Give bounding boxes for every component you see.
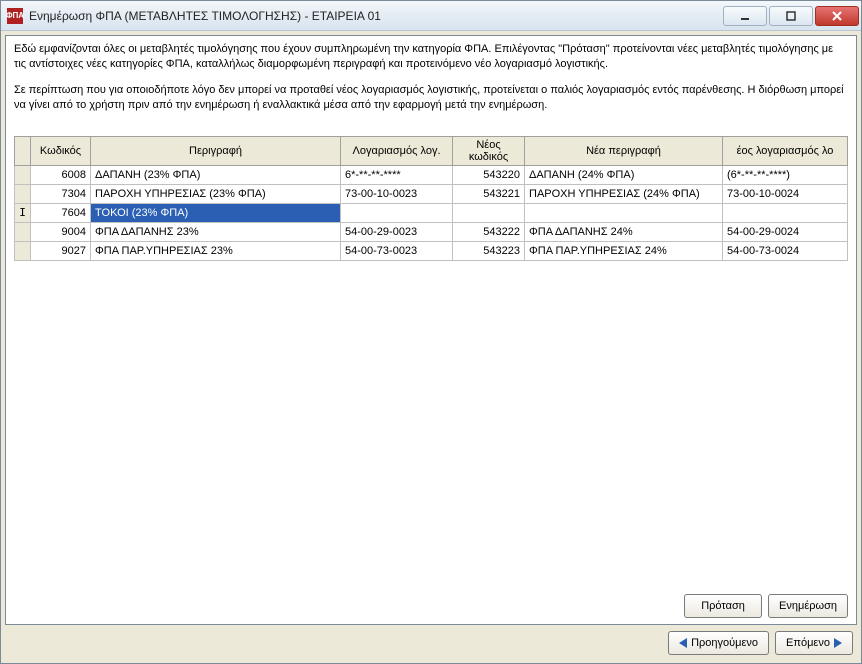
main-window: ΦΠΑ Ενημέρωση ΦΠΑ (ΜΕΤΑΒΛΗΤΕΣ ΤΙΜΟΛΟΓΗΣΗ… (0, 0, 862, 664)
table-row[interactable]: 6008ΔΑΠΑΝΗ (23% ΦΠΑ)6*-**-**-****543220Δ… (15, 165, 848, 184)
propose-button[interactable]: Πρόταση (684, 594, 762, 618)
cell-account[interactable]: 73-00-10-0023 (341, 184, 453, 203)
cell-description[interactable]: ΠΑΡΟΧΗ ΥΠΗΡΕΣΙΑΣ (23% ΦΠΑ) (91, 184, 341, 203)
previous-button[interactable]: Προηγούμενο (668, 631, 769, 655)
col-new-account[interactable]: έος λογαριασμός λο (723, 136, 848, 165)
row-indicator[interactable] (15, 184, 31, 203)
cell-new-account[interactable]: 54-00-73-0024 (723, 241, 848, 260)
next-button[interactable]: Επόμενο (775, 631, 853, 655)
window-controls (723, 6, 859, 26)
cell-new-account[interactable]: 54-00-29-0024 (723, 222, 848, 241)
cell-account[interactable]: 54-00-29-0023 (341, 222, 453, 241)
info-text: Εδώ εμφανίζονται όλες οι μεταβλητές τιμο… (14, 42, 848, 124)
cell-description[interactable]: ΤΟΚΟΙ (23% ΦΠΑ) (91, 203, 341, 222)
cell-new-description[interactable]: ΦΠΑ ΠΑΡ.ΥΠΗΡΕΣΙΑΣ 24% (525, 241, 723, 260)
minimize-button[interactable] (723, 6, 767, 26)
cell-new-description[interactable]: ΔΑΠΑΝΗ (24% ΦΠΑ) (525, 165, 723, 184)
col-description[interactable]: Περιγραφή (91, 136, 341, 165)
window-title: Ενημέρωση ΦΠΑ (ΜΕΤΑΒΛΗΤΕΣ ΤΙΜΟΛΟΓΗΣΗΣ) -… (29, 9, 723, 23)
arrow-right-icon (834, 638, 842, 648)
info-paragraph-2: Σε περίπτωση που για οποιοδήποτε λόγο δε… (14, 83, 848, 114)
close-icon (831, 10, 843, 22)
panel-action-bar: Πρόταση Ενημέρωση (14, 586, 848, 618)
arrow-left-icon (679, 638, 687, 648)
cell-new-account[interactable]: (6*-**-**-****) (723, 165, 848, 184)
row-indicator[interactable]: I (15, 203, 31, 222)
minimize-icon (739, 10, 751, 22)
previous-button-label: Προηγούμενο (691, 637, 758, 649)
cell-account[interactable]: 54-00-73-0023 (341, 241, 453, 260)
table-row[interactable]: 9027ΦΠΑ ΠΑΡ.ΥΠΗΡΕΣΙΑΣ 23%54-00-73-002354… (15, 241, 848, 260)
cell-new-code[interactable]: 543220 (453, 165, 525, 184)
col-code[interactable]: Κωδικός (31, 136, 91, 165)
row-indicator[interactable] (15, 165, 31, 184)
table-row[interactable]: 7304ΠΑΡΟΧΗ ΥΠΗΡΕΣΙΑΣ (23% ΦΠΑ)73-00-10-0… (15, 184, 848, 203)
main-panel: Εδώ εμφανίζονται όλες οι μεταβλητές τιμο… (5, 35, 857, 625)
cell-new-account[interactable]: 73-00-10-0024 (723, 184, 848, 203)
wizard-nav-bar: Προηγούμενο Επόμενο (5, 631, 857, 659)
cell-new-code[interactable]: 543222 (453, 222, 525, 241)
cell-new-description[interactable]: ΦΠΑ ΔΑΠΑΝΗΣ 24% (525, 222, 723, 241)
cell-new-account[interactable] (723, 203, 848, 222)
table-row[interactable]: I7604ΤΟΚΟΙ (23% ΦΠΑ) (15, 203, 848, 222)
grid-wrapper: Κωδικός Περιγραφή Λογαριασμός λογ. Νέος … (14, 136, 848, 586)
cell-new-code[interactable]: 543223 (453, 241, 525, 260)
titlebar: ΦΠΑ Ενημέρωση ΦΠΑ (ΜΕΤΑΒΛΗΤΕΣ ΤΙΜΟΛΟΓΗΣΗ… (1, 1, 861, 31)
cell-code[interactable]: 7304 (31, 184, 91, 203)
row-indicator[interactable] (15, 241, 31, 260)
client-area: Εδώ εμφανίζονται όλες οι μεταβλητές τιμο… (1, 31, 861, 663)
maximize-button[interactable] (769, 6, 813, 26)
update-button[interactable]: Ενημέρωση (768, 594, 848, 618)
cell-new-code[interactable] (453, 203, 525, 222)
maximize-icon (785, 10, 797, 22)
cell-description[interactable]: ΦΠΑ ΠΑΡ.ΥΠΗΡΕΣΙΑΣ 23% (91, 241, 341, 260)
info-paragraph-1: Εδώ εμφανίζονται όλες οι μεταβλητές τιμο… (14, 42, 848, 73)
close-button[interactable] (815, 6, 859, 26)
row-indicator[interactable] (15, 222, 31, 241)
col-new-description[interactable]: Νέα περιγραφή (525, 136, 723, 165)
cell-account[interactable]: 6*-**-**-**** (341, 165, 453, 184)
cell-new-description[interactable]: ΠΑΡΟΧΗ ΥΠΗΡΕΣΙΑΣ (24% ΦΠΑ) (525, 184, 723, 203)
cell-code[interactable]: 9027 (31, 241, 91, 260)
next-button-label: Επόμενο (786, 637, 830, 649)
cell-new-description[interactable] (525, 203, 723, 222)
table-row[interactable]: 9004ΦΠΑ ΔΑΠΑΝΗΣ 23%54-00-29-0023543222ΦΠ… (15, 222, 848, 241)
cell-code[interactable]: 9004 (31, 222, 91, 241)
app-icon: ΦΠΑ (7, 8, 23, 24)
col-new-code[interactable]: Νέος κωδικός (453, 136, 525, 165)
cell-description[interactable]: ΔΑΠΑΝΗ (23% ΦΠΑ) (91, 165, 341, 184)
cell-code[interactable]: 6008 (31, 165, 91, 184)
vat-variables-grid[interactable]: Κωδικός Περιγραφή Λογαριασμός λογ. Νέος … (14, 136, 848, 261)
cell-description[interactable]: ΦΠΑ ΔΑΠΑΝΗΣ 23% (91, 222, 341, 241)
cell-new-code[interactable]: 543221 (453, 184, 525, 203)
cell-code[interactable]: 7604 (31, 203, 91, 222)
col-indicator (15, 136, 31, 165)
cell-account[interactable] (341, 203, 453, 222)
col-account[interactable]: Λογαριασμός λογ. (341, 136, 453, 165)
